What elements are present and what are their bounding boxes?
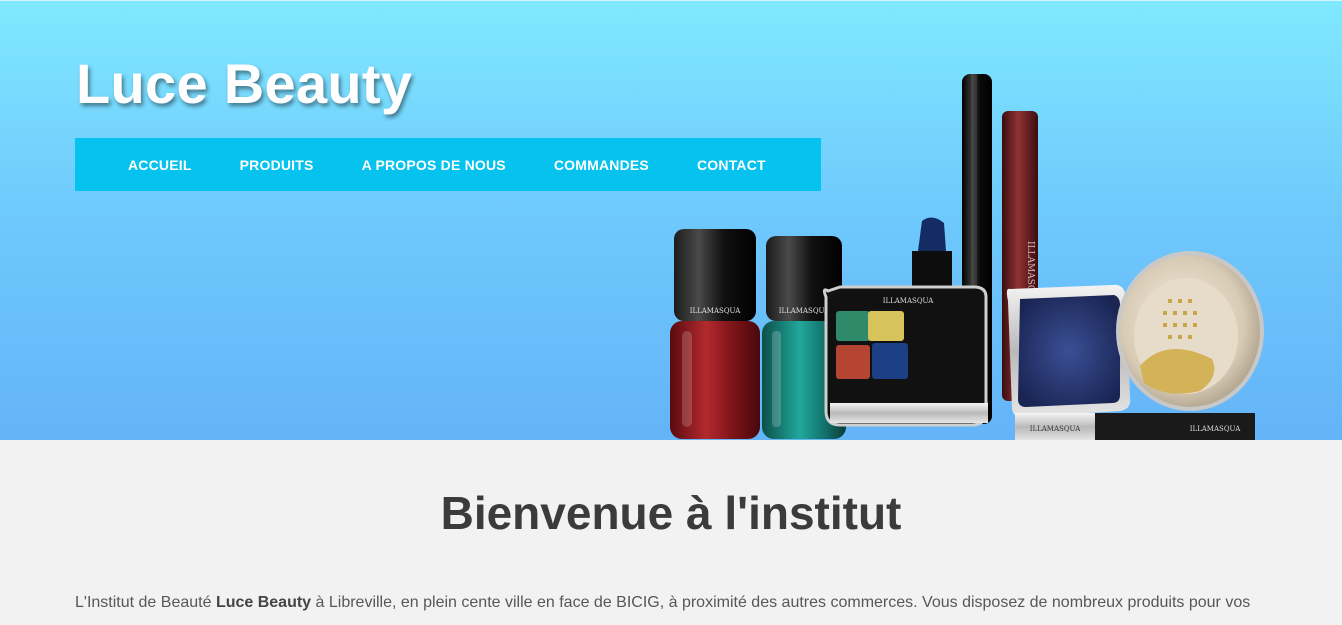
intro-text-rest: à Libreville, en plein cente ville en fa… [311, 594, 1251, 611]
red-polish-brand-text: ILLAMASQUA [690, 307, 742, 315]
intro-text-start: L'Institut de Beauté [75, 594, 216, 611]
intro-brand-name: Luce Beauty [215, 594, 312, 611]
site-header: Luce Beauty ACCUEIL PRODUITS A PROPOS DE… [0, 0, 1342, 440]
palette-brand-text: ILLAMASQUA [883, 297, 935, 305]
nav-item-a-propos[interactable]: A PROPOS DE NOUS [362, 157, 506, 173]
nav-item-accueil[interactable]: ACCUEIL [128, 157, 192, 173]
compact-brand-text-left: ILLAMASQUA [1030, 425, 1082, 433]
compact-brand-text-right: ILLAMASQUA [1190, 425, 1242, 433]
nav-item-produits[interactable]: PRODUITS [240, 157, 314, 173]
site-title[interactable]: Luce Beauty [76, 51, 412, 116]
welcome-heading: Bienvenue à l'institut [440, 487, 902, 539]
nav-item-commandes[interactable]: COMMANDES [554, 157, 649, 173]
teal-polish-brand-text: ILLAMASQUA [779, 307, 831, 315]
intro-paragraph: L'Institut de Beauté Luce Beauty à Libre… [75, 590, 1275, 616]
cosmetics-product-image: ILLAMASQUA ILLAMASQUA ILLAMASQUA ILLAMAS… [670, 74, 1264, 440]
